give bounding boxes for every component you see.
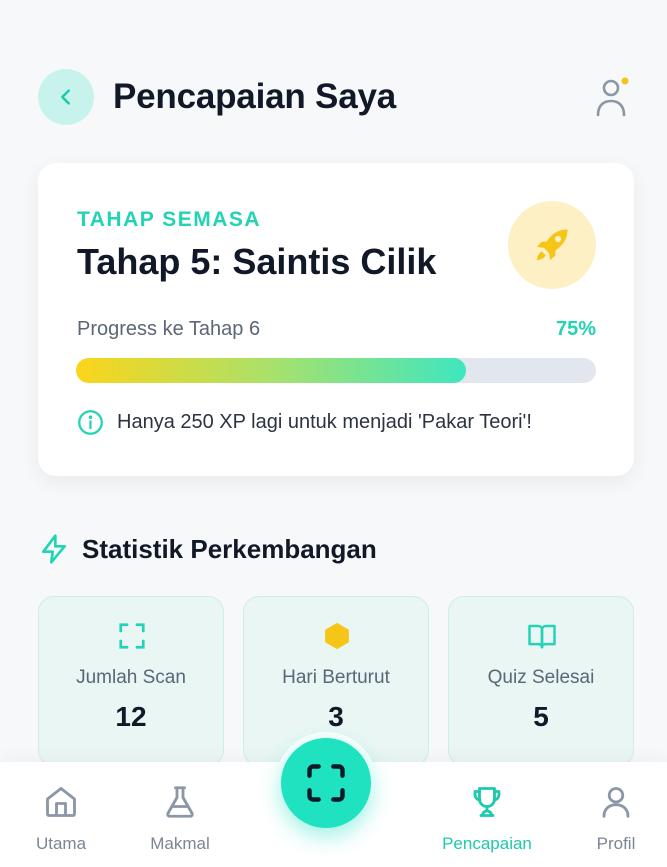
user-icon <box>596 77 629 117</box>
nav-label: Utama <box>35 834 87 853</box>
header: Pencapaian Saya <box>38 69 634 125</box>
stage-title: Tahap 5: Saintis Cilik <box>77 241 437 282</box>
stat-card-quiz: Quiz Selesai 5 <box>448 596 634 766</box>
stage-eyebrow: TAHAP SEMASA <box>77 208 262 231</box>
nav-label: Makmal <box>150 834 210 853</box>
home-icon <box>46 787 76 817</box>
scan-icon <box>307 764 345 802</box>
flask-icon <box>166 786 194 818</box>
page-title: Pencapaian Saya <box>113 77 396 116</box>
nav-item-utama[interactable]: Utama <box>6 784 116 854</box>
stat-label: Quiz Selesai <box>487 667 595 688</box>
stat-label: Hari Berturut <box>282 667 390 688</box>
progress-label: Progress ke Tahap 6 <box>77 318 261 340</box>
book-icon <box>528 624 556 649</box>
stat-value: 12 <box>115 701 147 732</box>
info-message: Hanya 250 XP lagi untuk menjadi 'Pakar T… <box>117 411 532 433</box>
nav-label: Profil <box>596 834 636 853</box>
info-icon <box>78 410 103 435</box>
profile-button[interactable] <box>594 75 634 119</box>
nav-item-makmal[interactable]: Makmal <box>125 784 235 854</box>
nav-item-pencapaian[interactable]: Pencapaian <box>432 784 542 854</box>
notification-dot <box>621 77 629 85</box>
progress-bar <box>76 358 596 383</box>
progress-fill <box>76 358 466 383</box>
scan-icon <box>119 623 145 649</box>
hexagon-icon <box>325 622 349 650</box>
stat-label: Jumlah Scan <box>76 667 186 688</box>
rocket-icon <box>536 229 568 261</box>
user-icon <box>602 787 630 818</box>
stat-value: 3 <box>328 701 344 732</box>
section-title: Statistik Perkembangan <box>82 534 377 564</box>
stage-badge <box>508 201 596 289</box>
chevron-left-icon <box>61 89 70 105</box>
nav-label: Pencapaian <box>442 834 532 853</box>
back-button[interactable] <box>38 69 94 125</box>
nav-item-profil[interactable]: Profil <box>561 784 667 854</box>
trophy-icon <box>473 787 501 817</box>
current-stage-card: TAHAP SEMASA Tahap 5: Saintis Cilik Prog… <box>38 163 634 476</box>
lightning-icon <box>42 534 66 564</box>
progress-percent: 75% <box>555 318 596 340</box>
stat-card-scan: Jumlah Scan 12 <box>38 596 224 766</box>
scan-fab-button[interactable] <box>281 738 371 828</box>
stat-value: 5 <box>533 701 549 732</box>
